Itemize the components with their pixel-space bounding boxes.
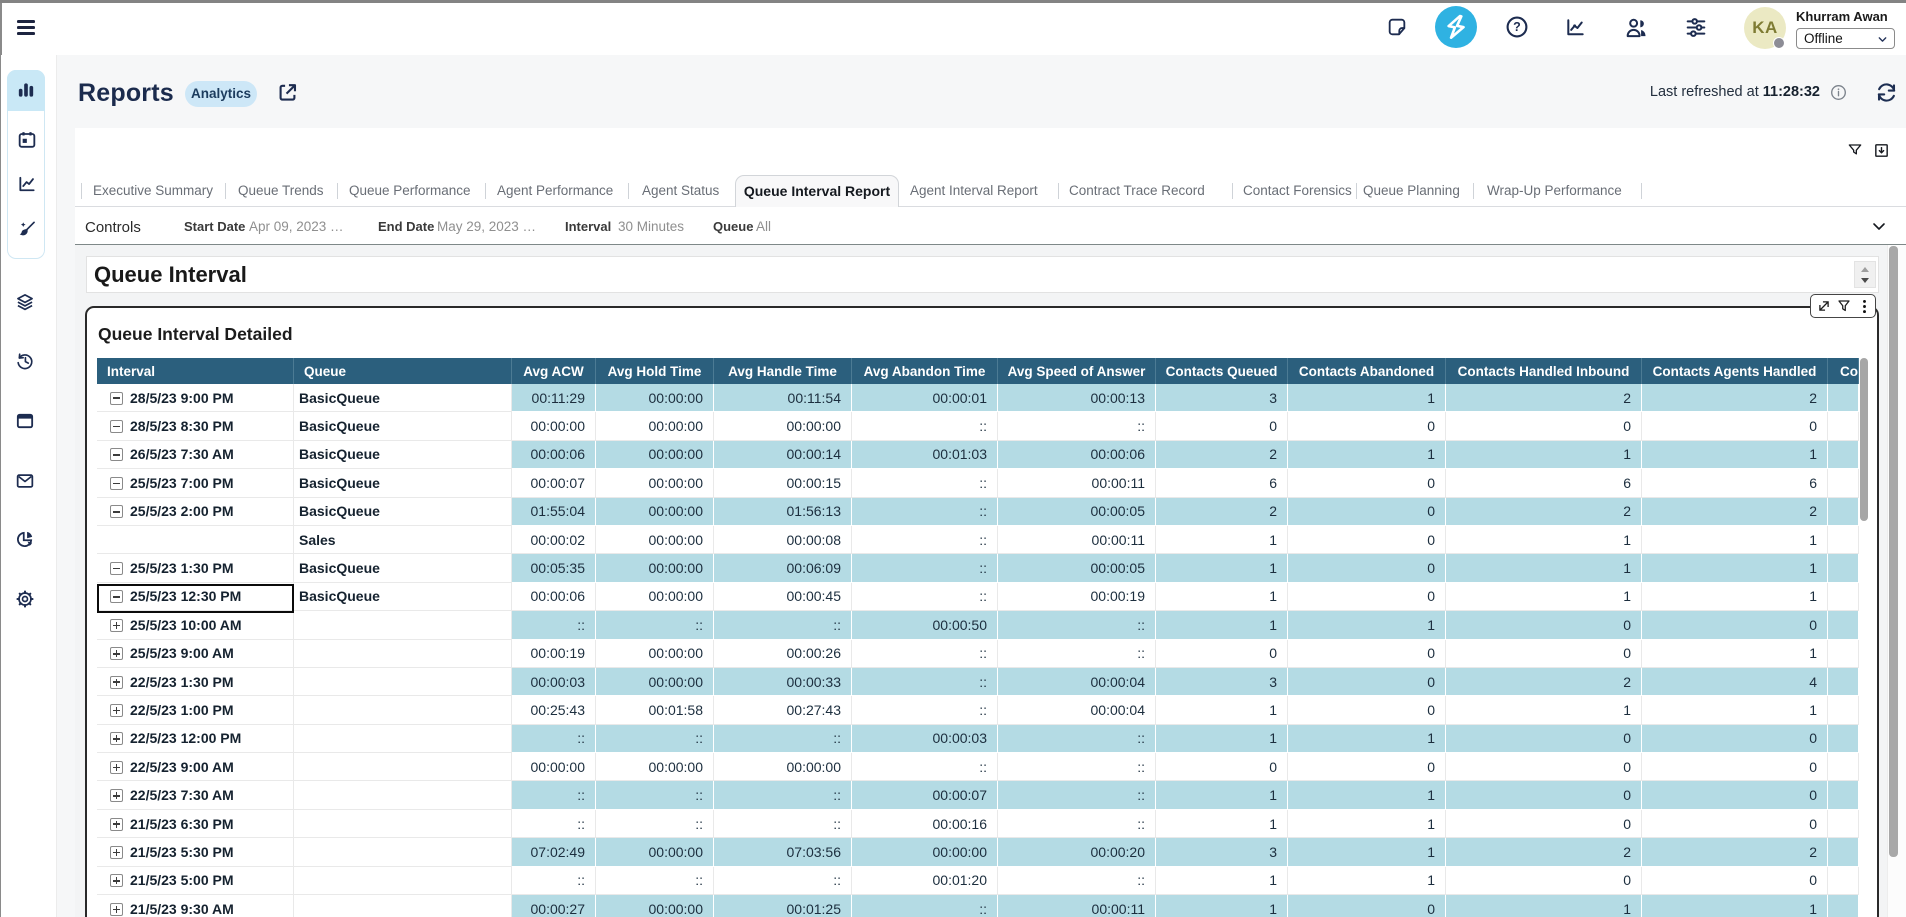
svg-text:?: ? <box>1513 20 1521 34</box>
